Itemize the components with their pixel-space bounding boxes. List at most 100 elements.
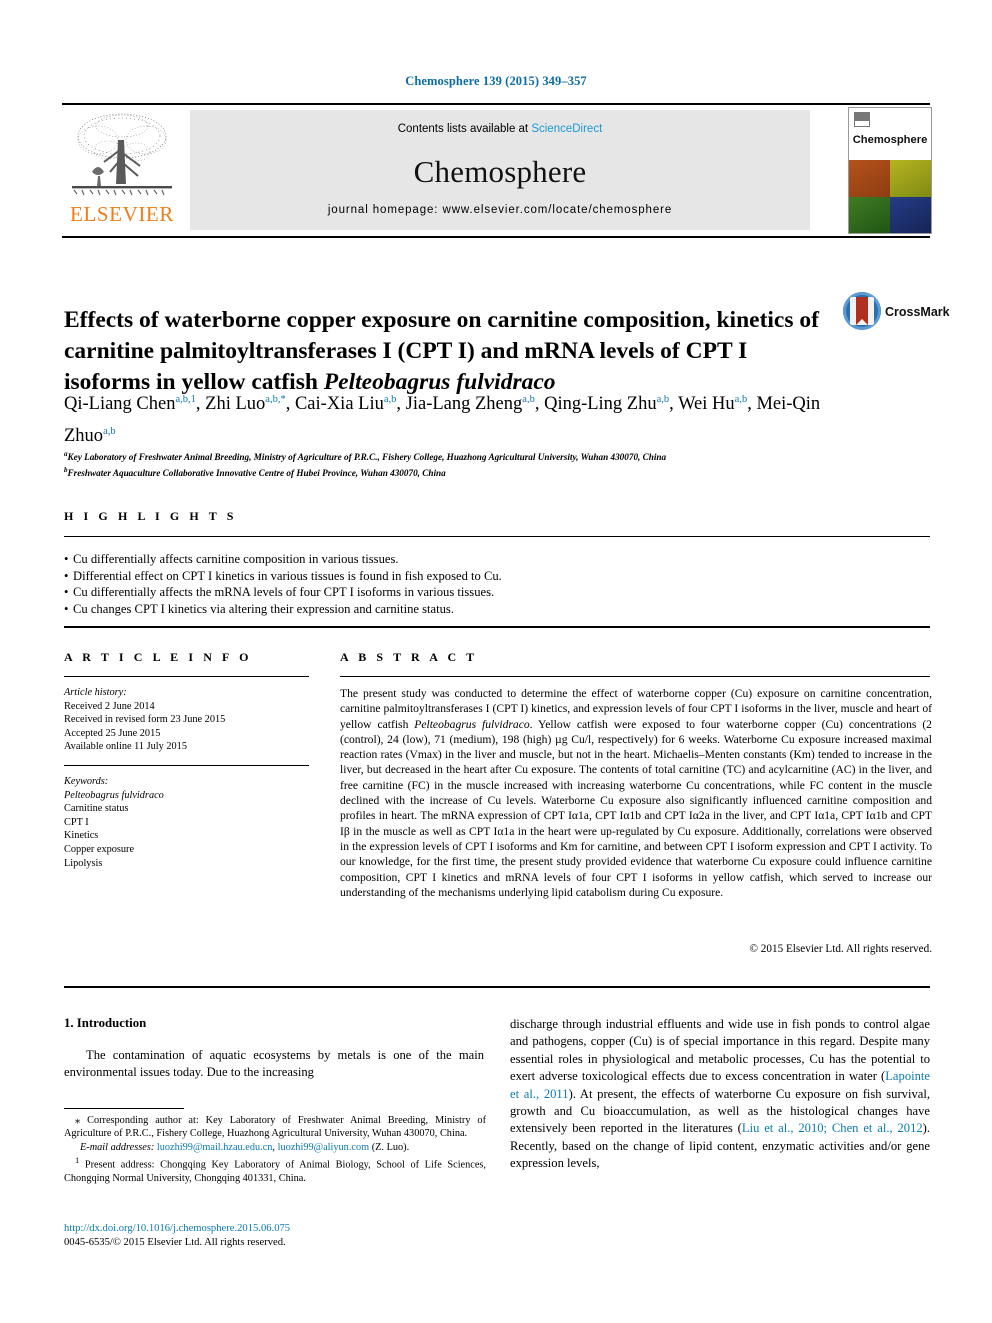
intro-paragraph-left: The contamination of aquatic ecosystems … xyxy=(64,1048,484,1080)
keywords-label: Keywords: xyxy=(64,776,109,787)
highlight-text: Differential effect on CPT I kinetics in… xyxy=(73,568,502,583)
contents-prefix: Contents lists available at xyxy=(397,123,532,135)
article-info-heading: A R T I C L E I N F O xyxy=(64,650,253,664)
body-left-column: 1. Introduction The contamination of aqu… xyxy=(64,1016,484,1082)
footnote-present-address-text: Present address: Chongqing Key Laborator… xyxy=(64,1159,486,1185)
highlight-text: Cu differentially affects the mRNA level… xyxy=(73,585,495,599)
citation-link[interactable]: Liu et al., 2010; Chen et al., 2012 xyxy=(742,1121,923,1135)
bullet-icon: • xyxy=(64,552,69,566)
footnote-marker: 1 xyxy=(75,1155,80,1166)
affiliation-list: aKey Laboratory of Freshwater Animal Bre… xyxy=(64,448,884,480)
intro-text-a: discharge through industrial effluents a… xyxy=(510,1017,930,1084)
elsevier-logo: ELSEVIER xyxy=(62,110,182,230)
cover-tile-1 xyxy=(849,160,890,197)
keyword-item: Pelteobagrus fulvidraco xyxy=(64,789,164,801)
cover-journal-title: Chemosphere xyxy=(852,134,928,146)
abstract-part-2: . Yellow catfish were exposed to four wa… xyxy=(340,717,932,899)
issn-copyright-line: 0045-6535/© 2015 Elsevier Ltd. All right… xyxy=(64,1237,286,1248)
footnote-present-address: 1 Present address: Chongqing Key Laborat… xyxy=(64,1154,486,1185)
affiliation-item: bFreshwater Aquaculture Collaborative In… xyxy=(64,464,884,480)
section-heading-introduction: 1. Introduction xyxy=(64,1016,147,1030)
highlight-item: • Cu changes CPT I kinetics via altering … xyxy=(64,601,764,618)
author-name: Zhi Luo xyxy=(205,394,266,415)
author-affil-marks: a,b xyxy=(734,394,748,405)
bullet-icon: • xyxy=(64,585,69,599)
highlight-text: Cu changes CPT I kinetics via altering t… xyxy=(73,601,454,616)
journal-title: Chemosphere xyxy=(413,154,587,189)
intro-paragraph-right: discharge through industrial effluents a… xyxy=(510,1016,930,1173)
journal-band: Contents lists available at ScienceDirec… xyxy=(190,110,810,230)
keyword-item: Kinetics xyxy=(64,830,99,842)
article-history-label: Article history: xyxy=(64,687,127,698)
email-link-1[interactable]: luozhi99@mail.hzau.edu.cn xyxy=(157,1142,273,1153)
author-name: Jia-Lang Zheng xyxy=(405,394,523,415)
keyword-item: Carnitine status xyxy=(64,803,129,815)
author-separator: , xyxy=(669,394,679,415)
author-affil-marks: a,b,* xyxy=(265,394,286,405)
author-list: Qi-Liang Chena,b,1, Zhi Luoa,b,*, Cai-Xi… xyxy=(64,386,864,450)
affiliation-text: Key Laboratory of Freshwater Animal Bree… xyxy=(67,452,667,463)
keyword-item: Copper exposure xyxy=(64,843,135,855)
article-history-item: Received 2 June 2014 xyxy=(64,700,155,712)
article-info-rule xyxy=(64,676,309,677)
highlight-item: • Cu differentially affects carnitine com… xyxy=(64,551,764,568)
email-label: E-mail addresses: xyxy=(80,1141,155,1153)
author-affil-marks: a,b,1 xyxy=(175,394,196,405)
abstract-species-name: Pelteobagrus fulvidraco xyxy=(414,717,530,731)
author-affil-marks: a,b xyxy=(103,426,116,438)
article-history-item: Accepted 25 June 2015 xyxy=(64,727,161,739)
author-affil-marks: a,b xyxy=(383,394,397,405)
highlight-item: • Cu differentially affects the mRNA leve… xyxy=(64,584,764,601)
footnote-block: ⁎ Corresponding author at: Key Laborator… xyxy=(64,1114,486,1185)
author-separator: , xyxy=(285,394,295,415)
sciencedirect-link[interactable]: ScienceDirect xyxy=(531,123,602,135)
highlight-text: Cu differentially affects carnitine comp… xyxy=(73,552,399,566)
abstract-copyright: © 2015 Elsevier Ltd. All rights reserved… xyxy=(749,943,933,955)
author-separator: , xyxy=(195,394,206,415)
footnote-corresponding-author: ⁎ Corresponding author at: Key Laborator… xyxy=(64,1114,486,1141)
bullet-icon: • xyxy=(64,568,69,583)
elsevier-wordmark: ELSEVIER xyxy=(70,202,174,226)
cover-tile-2 xyxy=(890,160,931,197)
body-right-column: discharge through industrial effluents a… xyxy=(510,1016,930,1173)
doi-link[interactable]: http://dx.doi.org/10.1016/j.chemosphere.… xyxy=(64,1222,494,1236)
keyword-item: CPT I xyxy=(64,816,89,828)
page-title: Effects of waterborne copper exposure on… xyxy=(64,305,826,398)
footnote-asterisk-icon: ⁎ xyxy=(75,1115,88,1126)
journal-masthead: ELSEVIER Contents lists available at Sci… xyxy=(62,104,932,234)
article-history-item: Received in revised form 23 June 2015 xyxy=(64,714,226,726)
crossmark-badge[interactable]: CrossMark xyxy=(843,292,950,332)
author-affil-marks: a,b xyxy=(656,394,670,405)
highlights-bottom-rule xyxy=(64,626,930,628)
footnote-rule xyxy=(64,1108,184,1109)
abstract-text: The present study was conducted to deter… xyxy=(340,686,932,900)
cover-tile-4 xyxy=(890,196,931,233)
journal-homepage-link[interactable]: journal homepage: www.elsevier.com/locat… xyxy=(190,204,810,216)
author-name: Wei Hu xyxy=(678,394,735,415)
journal-cover-thumbnail: Chemosphere xyxy=(848,107,932,234)
abstract-bottom-rule xyxy=(64,986,930,988)
author-name: Qing-Ling Zhu xyxy=(544,394,657,415)
doi-block: http://dx.doi.org/10.1016/j.chemosphere.… xyxy=(64,1222,494,1250)
author-name: Qi-Liang Chen xyxy=(64,394,176,415)
title-line-1: Effects of waterborne copper exposure on… xyxy=(64,306,794,333)
footnote-emails: E-mail addresses: luozhi99@mail.hzau.edu… xyxy=(80,1141,410,1153)
article-history-block: Article history: Received 2 June 2014 Re… xyxy=(64,686,314,754)
highlights-rule xyxy=(64,536,930,537)
masthead-bottom-rule xyxy=(62,236,930,238)
highlight-item: • Differential effect on CPT I kinetics i… xyxy=(64,568,764,585)
cover-tile-3 xyxy=(849,196,890,233)
affiliation-item: aKey Laboratory of Freshwater Animal Bre… xyxy=(64,448,884,464)
keyword-item: Lipolysis xyxy=(64,857,103,869)
footnote-corresponding-text: Corresponding author at: Key Laboratory … xyxy=(64,1115,486,1140)
email-link-2[interactable]: luozhi99@aliyun.com xyxy=(278,1142,370,1153)
author-separator: , xyxy=(534,394,545,415)
elsevier-tree-icon xyxy=(72,113,172,196)
bullet-icon: • xyxy=(64,601,69,616)
cover-elsevier-icon xyxy=(854,112,870,127)
email-owner: (Z. Luo). xyxy=(371,1141,410,1153)
crossmark-bookmark-icon xyxy=(856,297,868,325)
author-name: Cai-Xia Liu xyxy=(294,394,384,415)
author-affil-marks: a,b xyxy=(522,394,535,405)
keywords-rule xyxy=(64,765,309,766)
